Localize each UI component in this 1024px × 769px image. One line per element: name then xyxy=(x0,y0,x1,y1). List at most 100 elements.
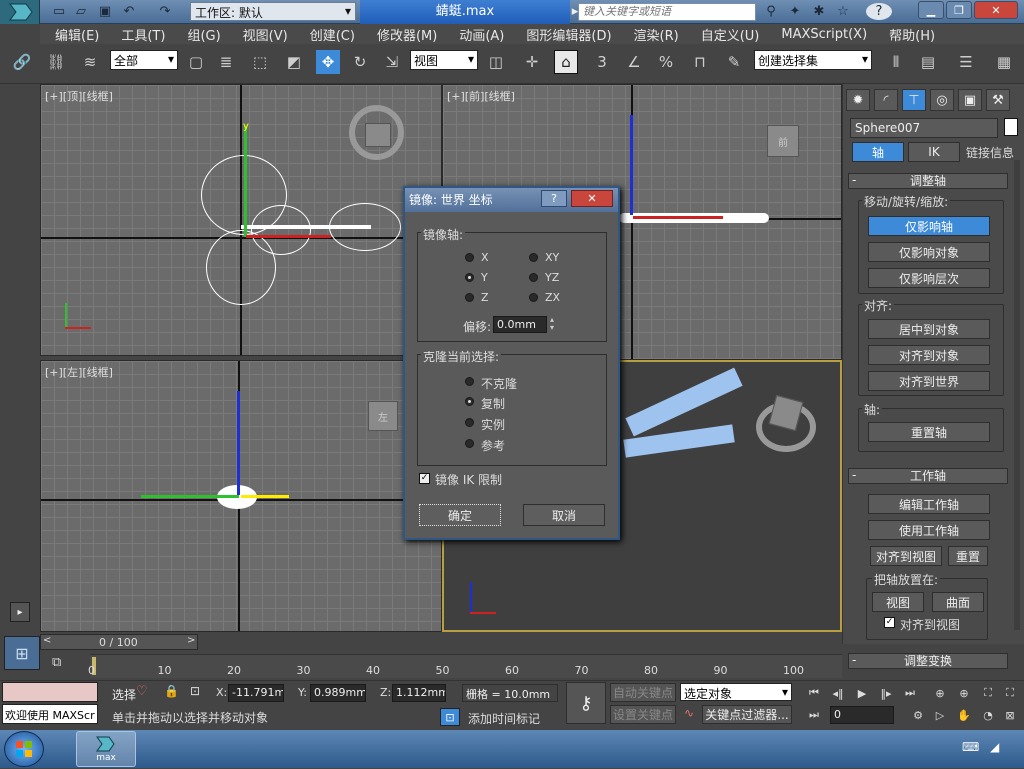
taskbar-3dsmax[interactable]: max xyxy=(76,731,136,767)
time-config-icon[interactable]: ⚙ xyxy=(908,706,928,724)
menu-tools[interactable]: 工具(T) xyxy=(106,25,172,44)
utilities-tab-icon[interactable]: ⚒ xyxy=(986,89,1010,111)
subscription-icon[interactable]: ✱ xyxy=(810,3,828,20)
snaps-toggle-icon[interactable]: 3 xyxy=(590,50,614,74)
menu-modifiers[interactable]: 修改器(M) xyxy=(362,25,444,44)
slider-left-icon[interactable]: < xyxy=(43,635,51,646)
play-icon[interactable]: ▶ xyxy=(852,684,872,702)
track-bar[interactable] xyxy=(90,654,842,678)
rollout-adjust-pivot[interactable]: 调整轴 xyxy=(848,173,1008,189)
axis-yz-radio[interactable] xyxy=(529,273,538,282)
align-to-object-button[interactable]: 对齐到对象 xyxy=(868,345,990,365)
viewcube-icon[interactable]: 左 xyxy=(368,401,398,431)
menu-animation[interactable]: 动画(A) xyxy=(444,25,511,44)
window-crossing-icon[interactable]: ◩ xyxy=(282,50,306,74)
search-input[interactable] xyxy=(578,3,756,21)
viewport-label-left[interactable]: [+][左][线框] xyxy=(45,364,113,380)
zoom-icon[interactable]: ⊕ xyxy=(930,684,950,702)
auto-key-button[interactable]: 自动关键点 xyxy=(610,683,676,702)
undo-icon[interactable]: ↶ xyxy=(120,3,138,20)
copy-radio[interactable] xyxy=(465,397,474,406)
minimize-button[interactable]: ▁ xyxy=(918,1,944,19)
tab-pivot[interactable]: 轴 xyxy=(852,142,904,162)
select-by-name-icon[interactable]: ≣ xyxy=(214,50,238,74)
close-window-button[interactable]: ✕ xyxy=(974,1,1018,19)
percent-snap-icon[interactable]: % xyxy=(654,50,678,74)
named-selection-dropdown[interactable]: 创建选择集 ▾ xyxy=(754,50,872,70)
axis-z-radio[interactable] xyxy=(465,293,474,302)
cancel-button[interactable]: 取消 xyxy=(523,504,605,526)
viewport-left[interactable]: [+][左][线框] 左 xyxy=(40,360,442,632)
collapse-icon[interactable]: - xyxy=(852,173,856,187)
menu-views[interactable]: 视图(V) xyxy=(228,25,295,44)
goto-end-icon[interactable]: ⏭ xyxy=(900,684,920,702)
keyboard-tray-icon[interactable]: ⌨ xyxy=(962,740,980,756)
center-to-object-button[interactable]: 居中到对象 xyxy=(868,319,990,339)
use-working-pivot-button[interactable]: 使用工作轴 xyxy=(868,520,990,540)
object-name-field[interactable]: Sphere007 xyxy=(850,118,998,138)
volume-tray-icon[interactable]: ◢ xyxy=(990,740,1008,756)
save-file-icon[interactable]: ▣ xyxy=(96,3,114,20)
prev-frame-icon[interactable]: ◂‖ xyxy=(828,684,848,702)
maximize-viewport-icon[interactable]: ⊠ xyxy=(1000,706,1020,724)
start-button[interactable] xyxy=(4,731,44,767)
viewport-label-front[interactable]: [+][前][线框] xyxy=(447,88,515,104)
select-scale-icon[interactable]: ⇲ xyxy=(380,50,404,74)
slider-right-icon[interactable]: > xyxy=(187,635,195,646)
zoom-all-icon[interactable]: ⊕ xyxy=(954,684,974,702)
affect-hierarchy-only-button[interactable]: 仅影响层次 xyxy=(868,268,990,288)
no-clone-radio[interactable] xyxy=(465,377,474,386)
add-time-tag[interactable]: 添加时间标记 xyxy=(468,710,540,727)
key-mode-toggle-icon[interactable]: ⏭ xyxy=(804,706,824,724)
panel-scrollbar[interactable] xyxy=(1014,160,1020,630)
axis-xy-radio[interactable] xyxy=(529,253,538,262)
rollout-adjust-transform[interactable]: 调整变换 xyxy=(848,653,1008,669)
align-icon[interactable]: ▤ xyxy=(916,50,940,74)
binoculars-icon[interactable]: ⚲ xyxy=(762,3,780,20)
set-key-button[interactable]: 设置关键点 xyxy=(610,705,676,724)
time-slider[interactable]: < 0 / 100 > xyxy=(40,634,198,650)
orbit-icon[interactable]: ◔ xyxy=(978,706,998,724)
dialog-help-button[interactable]: ? xyxy=(541,190,567,207)
help-button[interactable]: ? xyxy=(866,3,892,20)
spinner-snap-icon[interactable]: ⊓ xyxy=(688,50,712,74)
maxscript-welcome[interactable]: 欢迎使用 MAXScr xyxy=(2,704,98,724)
unlink-icon[interactable]: ⛓ xyxy=(44,50,68,74)
edit-named-selection-icon[interactable]: ✎ xyxy=(722,50,746,74)
field-of-view-icon[interactable]: ▷ xyxy=(930,706,950,724)
reference-coord-dropdown[interactable]: 视图 ▾ xyxy=(410,50,478,70)
affect-pivot-only-button[interactable]: 仅影响轴 xyxy=(868,216,990,236)
place-surface-button[interactable]: 曲面 xyxy=(932,592,984,612)
menu-graph-editors[interactable]: 图形编辑器(D) xyxy=(511,25,618,44)
menu-edit[interactable]: 编辑(E) xyxy=(40,25,106,44)
dialog-close-button[interactable]: ✕ xyxy=(571,190,613,207)
time-tag-icon[interactable]: ⊡ xyxy=(440,708,460,726)
selection-filter-dropdown[interactable]: 全部 ▾ xyxy=(110,50,178,70)
next-frame-icon[interactable]: ‖▸ xyxy=(876,684,896,702)
axis-y-radio[interactable] xyxy=(465,273,474,282)
isolate-icon[interactable]: ♡ xyxy=(136,684,154,700)
collapse-icon[interactable]: - xyxy=(852,468,856,482)
menu-help[interactable]: 帮助(H) xyxy=(874,25,942,44)
pivot-center-icon[interactable]: ◫ xyxy=(484,50,508,74)
tab-link-info[interactable]: 链接信息 xyxy=(966,144,1014,161)
graphite-ribbon-icon[interactable]: ▦ xyxy=(992,50,1016,74)
set-key-icon[interactable]: ⚷ xyxy=(566,682,606,724)
mirror-ik-checkbox[interactable]: ✓ xyxy=(419,473,430,484)
axis-zx-radio[interactable] xyxy=(529,293,538,302)
place-view-button[interactable]: 视图 xyxy=(872,592,924,612)
new-file-icon[interactable]: ▭ xyxy=(50,3,68,20)
key-mode-dropdown[interactable]: 选定对象 ▾ xyxy=(680,683,792,701)
rollout-working-pivot[interactable]: 工作轴 xyxy=(848,468,1008,484)
y-coord-field[interactable]: 0.989mm xyxy=(310,684,366,702)
keyboard-shortcut-toggle-icon[interactable]: ⌂ xyxy=(554,50,578,74)
axis-x-radio[interactable] xyxy=(465,253,474,262)
redo-icon[interactable]: ↷ xyxy=(156,3,174,20)
goto-start-icon[interactable]: ⏮ xyxy=(804,684,824,702)
current-frame-field[interactable]: 0 xyxy=(830,706,894,724)
reference-radio[interactable] xyxy=(465,439,474,448)
reset-working-pivot-button[interactable]: 重置 xyxy=(948,546,988,566)
edit-working-pivot-button[interactable]: 编辑工作轴 xyxy=(868,494,990,514)
rect-selection-icon[interactable]: ⬚ xyxy=(248,50,272,74)
object-color-swatch[interactable] xyxy=(1004,118,1018,136)
